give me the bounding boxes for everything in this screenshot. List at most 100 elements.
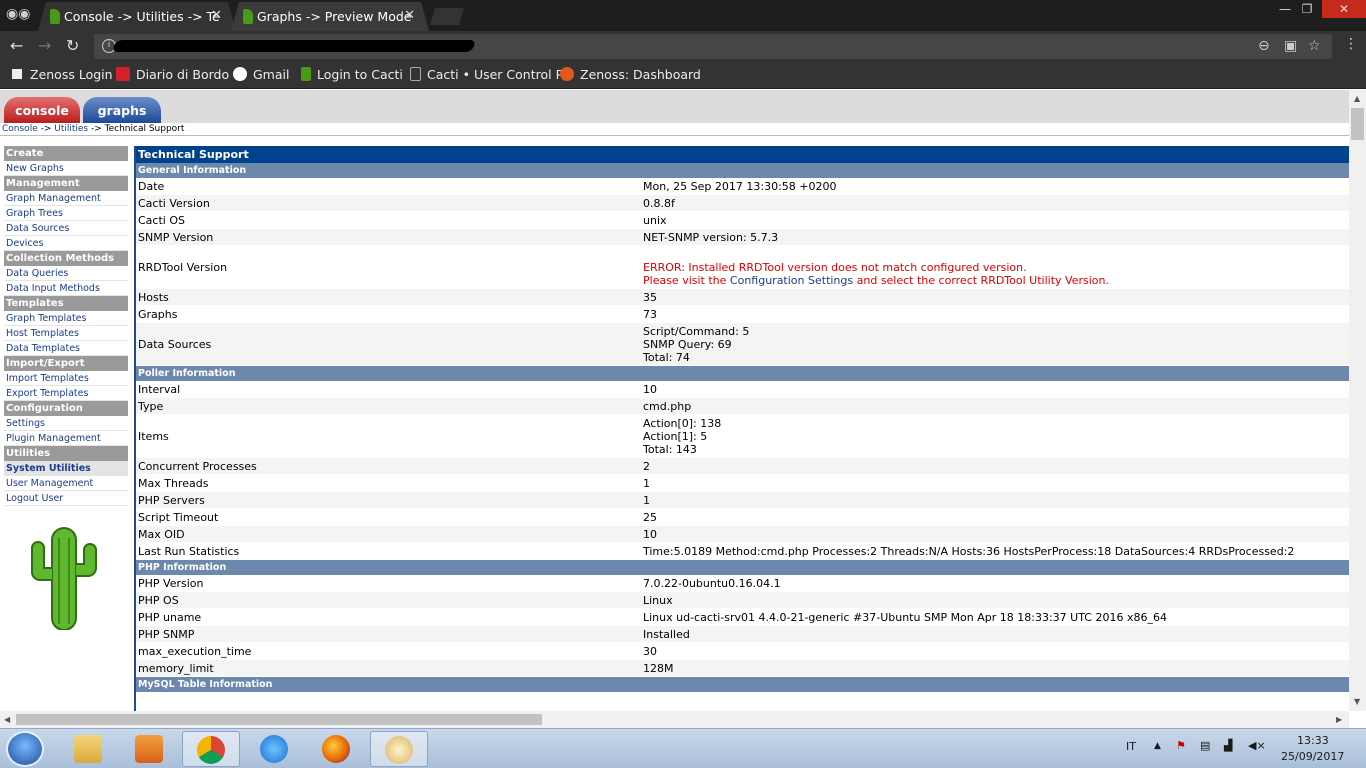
close-tab-icon[interactable]: ✕ <box>211 8 222 23</box>
chrome-icon <box>197 736 225 764</box>
taskbar-chrome[interactable] <box>182 731 240 767</box>
tab-console-utilities[interactable]: Console -> Utilities -> Te ✕ <box>38 2 236 31</box>
back-arrow-icon[interactable]: ← <box>10 36 23 55</box>
menu-item-data-templates[interactable]: Data Templates <box>4 341 128 356</box>
forward-arrow-icon[interactable]: → <box>38 36 51 55</box>
info-label: Concurrent Processes <box>138 460 257 473</box>
info-row: Cacti OS unix <box>136 212 1349 229</box>
info-label: Graphs <box>138 308 178 321</box>
close-tab-icon[interactable]: ✕ <box>404 8 415 23</box>
taskbar-firefox[interactable] <box>308 731 366 767</box>
info-label: PHP OS <box>138 594 179 607</box>
device-icon[interactable]: ▤ <box>1200 739 1210 752</box>
windows-taskbar: IT ▲ ⚑ ▤ ▟ ◀× 13:33 25/09/2017 <box>0 728 1366 768</box>
taskbar-paint[interactable] <box>370 731 428 767</box>
support-sections: General Information Date Mon, 25 Sep 2017 … <box>136 163 1349 692</box>
breadcrumb-console[interactable]: Console <box>2 124 38 134</box>
configuration-settings-link[interactable]: Configuration Settings <box>730 274 853 287</box>
tab-title: Console -> Utilities -> Te <box>64 9 220 24</box>
menu-item-import-templates[interactable]: Import Templates <box>4 371 128 386</box>
scroll-right-icon[interactable]: ▶ <box>1336 715 1342 724</box>
menu-section-header: Create <box>4 146 128 161</box>
info-value: 10 <box>643 528 1343 541</box>
signal-icon[interactable]: ▟ <box>1224 739 1232 752</box>
value-line: 128M <box>643 662 674 675</box>
scroll-left-icon[interactable]: ◀ <box>4 715 10 724</box>
bookmark-gmail[interactable]: Gmail <box>233 67 289 82</box>
info-row: Interval 10 <box>136 381 1349 398</box>
show-hidden-icons-icon[interactable]: ▲ <box>1154 741 1161 751</box>
vertical-scrollbar[interactable]: ▲ ▼ <box>1349 90 1366 711</box>
breadcrumb-utilities[interactable]: Utilities <box>54 124 88 134</box>
menu-item-export-templates[interactable]: Export Templates <box>4 386 128 401</box>
menu-item-data-queries[interactable]: Data Queries <box>4 266 128 281</box>
value-line: 1 <box>643 494 650 507</box>
bookmark-cacti-user-control[interactable]: Cacti • User Control P <box>410 67 563 82</box>
network-error-icon[interactable]: ⚑ <box>1176 739 1186 752</box>
menu-section-header: Templates <box>4 296 128 311</box>
info-value: 1 <box>643 477 1343 490</box>
window-close-icon[interactable]: ✕ <box>1322 0 1366 18</box>
menu-item-graph-templates[interactable]: Graph Templates <box>4 311 128 326</box>
info-row: PHP Servers 1 <box>136 492 1349 509</box>
section-header: General Information <box>136 163 1349 178</box>
menu-icon[interactable]: ⋮ <box>1344 36 1358 52</box>
graphs-tab[interactable]: graphs <box>83 97 161 123</box>
new-tab-button[interactable] <box>430 8 464 25</box>
zoom-icon[interactable]: ⊖ <box>1258 38 1270 54</box>
menu-item-settings[interactable]: Settings <box>4 416 128 431</box>
clock-time[interactable]: 13:33 <box>1297 734 1329 747</box>
value-line: 25 <box>643 511 657 524</box>
menu-item-system-utilities[interactable]: System Utilities <box>4 461 128 476</box>
info-label: PHP Servers <box>138 494 205 507</box>
menu-item-plugin-management[interactable]: Plugin Management <box>4 431 128 446</box>
tab-graphs-preview[interactable]: Graphs -> Preview Mode ✕ <box>231 2 429 31</box>
bookmark-zenoss-login[interactable]: Zenoss Login <box>10 67 113 82</box>
info-value: 73 <box>643 308 1343 321</box>
info-label: PHP Version <box>138 577 204 590</box>
reload-icon[interactable]: ↻ <box>66 36 79 55</box>
paint-icon <box>385 736 413 764</box>
volume-muted-icon[interactable]: ◀× <box>1248 739 1266 752</box>
horizontal-scrollbar[interactable]: ◀ ▶ <box>0 711 1349 728</box>
language-indicator[interactable]: IT <box>1126 740 1136 753</box>
value-line: 7.0.22-0ubuntu0.16.04.1 <box>643 577 781 590</box>
menu-item-graph-trees[interactable]: Graph Trees <box>4 206 128 221</box>
info-value: unix <box>643 214 1343 227</box>
menu-item-data-sources[interactable]: Data Sources <box>4 221 128 236</box>
value-line: Total: 74 <box>643 351 690 364</box>
menu-item-new-graphs[interactable]: New Graphs <box>4 161 128 176</box>
address-bar[interactable]: i ⊖ ▣ ☆ <box>94 34 1332 59</box>
start-button[interactable] <box>6 731 44 767</box>
bookmark-zenoss-dashboard[interactable]: Zenoss: Dashboard <box>560 67 701 82</box>
menu-section-header: Collection Methods <box>4 251 128 266</box>
menu-item-devices[interactable]: Devices <box>4 236 128 251</box>
info-label: Data Sources <box>138 338 212 351</box>
menu-item-host-templates[interactable]: Host Templates <box>4 326 128 341</box>
breadcrumb: Console -> Utilities -> Technical Suppor… <box>0 123 1349 136</box>
error-text: Please visit the <box>643 274 730 287</box>
scroll-up-icon[interactable]: ▲ <box>1354 94 1360 103</box>
value-line: Installed <box>643 628 690 641</box>
bookmark-star-icon[interactable]: ☆ <box>1308 38 1321 54</box>
horizontal-scroll-thumb[interactable] <box>16 714 542 725</box>
info-value: Time:5.0189 Method:cmd.php Processes:2 T… <box>643 545 1343 558</box>
taskbar-internet-explorer[interactable] <box>246 731 304 767</box>
menu-item-logout-user[interactable]: Logout User <box>4 491 128 506</box>
restore-icon[interactable]: ❐ <box>1292 0 1322 18</box>
scroll-down-icon[interactable]: ▼ <box>1354 697 1360 706</box>
taskbar-media-player[interactable] <box>121 731 179 767</box>
taskbar-explorer[interactable] <box>60 731 118 767</box>
menu-section-header: Management <box>4 176 128 191</box>
clock-date[interactable]: 25/09/2017 <box>1281 750 1344 763</box>
vertical-scroll-thumb[interactable] <box>1351 108 1364 140</box>
menu-item-graph-management[interactable]: Graph Management <box>4 191 128 206</box>
bookmark-login-cacti[interactable]: Login to Cacti <box>301 67 403 82</box>
menu-item-data-input-methods[interactable]: Data Input Methods <box>4 281 128 296</box>
bookmark-diario[interactable]: Diario di Bordo <box>116 67 229 82</box>
translate-icon[interactable]: ▣ <box>1284 38 1297 54</box>
console-tab[interactable]: console <box>4 97 80 123</box>
page-title: Technical Support <box>136 146 1349 163</box>
info-value: 2 <box>643 460 1343 473</box>
menu-item-user-management[interactable]: User Management <box>4 476 128 491</box>
